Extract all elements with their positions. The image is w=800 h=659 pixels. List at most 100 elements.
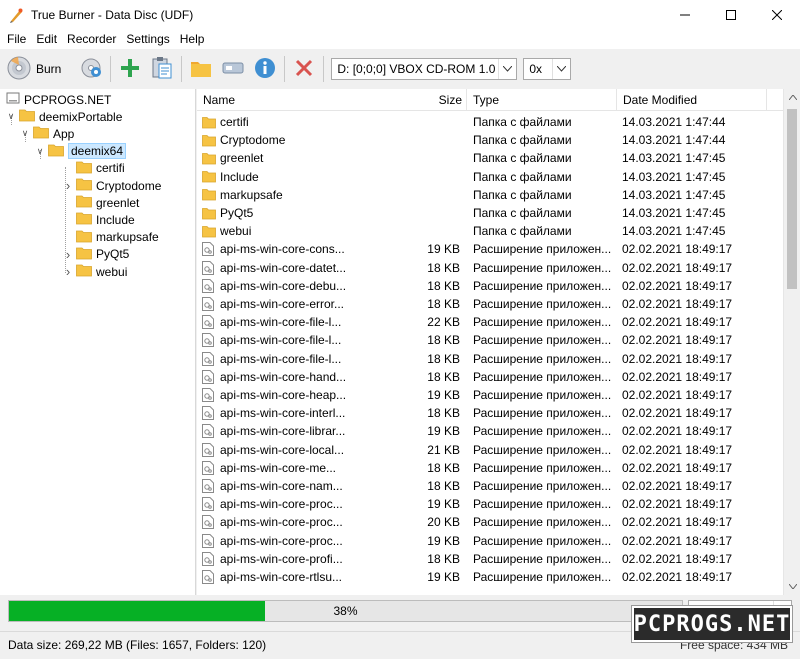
menu-recorder[interactable]: Recorder (62, 30, 121, 49)
row-type: Расширение приложен... (473, 460, 611, 475)
row-date: 14.03.2021 1:47:44 (622, 115, 726, 129)
list-row[interactable]: api-ms-win-core-debu... 18 KB Расширение п… (197, 277, 783, 295)
row-name: api-ms-win-core-proc... (220, 515, 343, 530)
drive-select[interactable]: D: [0;0;0] VBOX CD-ROM 1.0 (331, 58, 518, 80)
list-row[interactable]: api-ms-win-core-file-l... 22 KB Расширение… (197, 313, 783, 331)
list-row[interactable]: Cryptodome Папка с файлами 14.03.2021 1:47… (197, 131, 783, 149)
list-row[interactable]: api-ms-win-core-file-l... 18 KB Расширение… (197, 350, 783, 368)
list-row[interactable]: api-ms-win-core-proc... 19 KB Расширение п… (197, 532, 783, 550)
tree-item[interactable]: markupsafe (63, 229, 159, 246)
dll-file-icon (202, 315, 216, 330)
dll-file-icon (202, 479, 216, 493)
tree-collapse-icon[interactable]: ∨ (6, 108, 16, 125)
list-row[interactable]: api-ms-win-core-datet... 18 KB Расширение … (197, 259, 783, 277)
tree-item[interactable]: certifi (63, 160, 125, 177)
row-size (352, 113, 460, 131)
tree-item[interactable]: › PyQt5 (63, 246, 130, 263)
row-name-cell: Include (202, 168, 350, 186)
row-name: api-ms-win-core-hand... (220, 369, 347, 384)
row-date: 14.03.2021 1:47:45 (622, 206, 726, 220)
menu-bar: File Edit Recorder Settings Help (0, 30, 800, 49)
row-date: 02.02.2021 18:49:17 (622, 515, 733, 530)
rename-button[interactable] (217, 54, 249, 84)
column-date-header[interactable]: Date Modified (617, 89, 767, 111)
list-row[interactable]: api-ms-win-core-cons... 19 KB Расширение п… (197, 240, 783, 258)
list-row[interactable]: markupsafe Папка с файлами 14.03.2021 1:47… (197, 186, 783, 204)
list-row[interactable]: api-ms-win-core-librar... 19 KB Расширение… (197, 422, 783, 440)
list-row[interactable]: api-ms-win-core-interl... 18 KB Расширение… (197, 404, 783, 422)
row-name: api-ms-win-core-cons... (220, 242, 345, 257)
tree-item[interactable]: PCPROGS.NET (6, 91, 111, 108)
tree-item[interactable]: greenlet (63, 194, 139, 211)
folder-icon (33, 125, 49, 142)
close-button[interactable] (754, 0, 800, 30)
tree-item[interactable]: ∨ deemixPortable (6, 108, 123, 125)
tree-item[interactable]: › Cryptodome (63, 177, 162, 194)
properties-button[interactable] (249, 54, 281, 84)
add-files-button[interactable] (114, 54, 146, 84)
tree-item[interactable]: ∨ App (20, 125, 75, 142)
list-row[interactable]: api-ms-win-core-local... 21 KB Расширение … (197, 441, 783, 459)
disc-usage-percent: 38% (333, 604, 358, 618)
list-row[interactable]: api-ms-win-core-hand... 18 KB Расширение п… (197, 368, 783, 386)
list-scrollbar[interactable] (783, 89, 800, 595)
scrollbar-thumb[interactable] (787, 109, 797, 289)
list-row[interactable]: Include Папка с файлами 14.03.2021 1:47:45 (197, 168, 783, 186)
dll-file-icon (202, 351, 216, 366)
row-date: 02.02.2021 18:49:17 (622, 369, 733, 384)
row-size: 18 KB (427, 260, 460, 275)
list-row[interactable]: api-ms-win-core-profi... 18 KB Расширение … (197, 550, 783, 568)
row-size: 22 KB (427, 315, 460, 330)
drive-icon (6, 91, 20, 108)
list-row[interactable]: api-ms-win-core-heap... 19 KB Расширение п… (197, 386, 783, 404)
dll-file-icon (202, 551, 216, 566)
disc-settings-button[interactable] (75, 54, 107, 84)
menu-help[interactable]: Help (175, 30, 210, 49)
list-row[interactable]: greenlet Папка с файлами 14.03.2021 1:47:4… (197, 149, 783, 167)
list-row[interactable]: api-ms-win-core-me... 18 KB Расширение при… (197, 459, 783, 477)
scroll-up-icon[interactable] (784, 89, 800, 106)
row-name: api-ms-win-core-file-l... (220, 315, 342, 330)
scroll-down-icon[interactable] (784, 578, 800, 595)
tree-item[interactable]: › webui (63, 263, 128, 280)
burn-button[interactable]: Burn (6, 54, 75, 84)
list-row[interactable]: api-ms-win-core-proc... 19 KB Расширение п… (197, 495, 783, 513)
list-row[interactable]: api-ms-win-core-error... 18 KB Расширение … (197, 295, 783, 313)
row-size: 19 KB (427, 424, 460, 439)
paste-button[interactable] (146, 54, 178, 84)
list-row[interactable]: PyQt5 Папка с файлами 14.03.2021 1:47:45 (197, 204, 783, 222)
new-folder-button[interactable] (185, 54, 217, 84)
maximize-button[interactable] (708, 0, 754, 30)
list-row[interactable]: api-ms-win-core-proc... 20 KB Расширение п… (197, 513, 783, 531)
menu-file[interactable]: File (2, 30, 31, 49)
row-date: 02.02.2021 18:49:17 (622, 297, 733, 311)
file-list[interactable]: Name Size Type Date Modified certifi Папк… (197, 89, 783, 595)
toolbar-separator (181, 56, 183, 82)
column-type-header[interactable]: Type (467, 89, 617, 111)
row-name-cell: api-ms-win-core-error... (202, 295, 350, 313)
remove-button[interactable] (288, 54, 320, 84)
speed-select[interactable]: 0x (523, 58, 572, 80)
tree-collapse-icon[interactable]: ∨ (35, 143, 45, 160)
row-date: 14.03.2021 1:47:45 (622, 224, 726, 239)
tree-collapse-icon[interactable]: ∨ (20, 125, 30, 142)
tree-item[interactable]: Include (63, 211, 135, 228)
tree-expand-icon[interactable]: › (63, 263, 73, 280)
menu-settings[interactable]: Settings (121, 30, 174, 49)
row-size (352, 222, 460, 240)
list-row[interactable]: api-ms-win-core-nam... 18 KB Расширение пр… (197, 477, 783, 495)
list-row[interactable]: certifi Папка с файлами 14.03.2021 1:47:44 (197, 113, 783, 131)
menu-edit[interactable]: Edit (31, 30, 62, 49)
tree-expand-icon[interactable]: › (63, 246, 73, 263)
row-size: 18 KB (427, 479, 460, 493)
folder-tree[interactable]: PCPROGS.NET ∨ deemixPortable ∨ App ∨ deemix64 c… (0, 89, 196, 595)
list-row[interactable]: webui Папка с файлами 14.03.2021 1:47:45 (197, 222, 783, 240)
column-size-header[interactable]: Size (427, 89, 467, 111)
list-row[interactable]: api-ms-win-core-rtlsu... 19 KB Расширение … (197, 568, 783, 586)
tree-item-label: markupsafe (96, 230, 159, 245)
list-row[interactable]: api-ms-win-core-file-l... 18 KB Расширение… (197, 331, 783, 349)
tree-expand-icon[interactable]: › (63, 177, 73, 194)
tree-item[interactable]: ∨ deemix64 (35, 143, 127, 160)
tree-item-label: deemix64 (68, 143, 127, 160)
minimize-button[interactable] (662, 0, 708, 30)
